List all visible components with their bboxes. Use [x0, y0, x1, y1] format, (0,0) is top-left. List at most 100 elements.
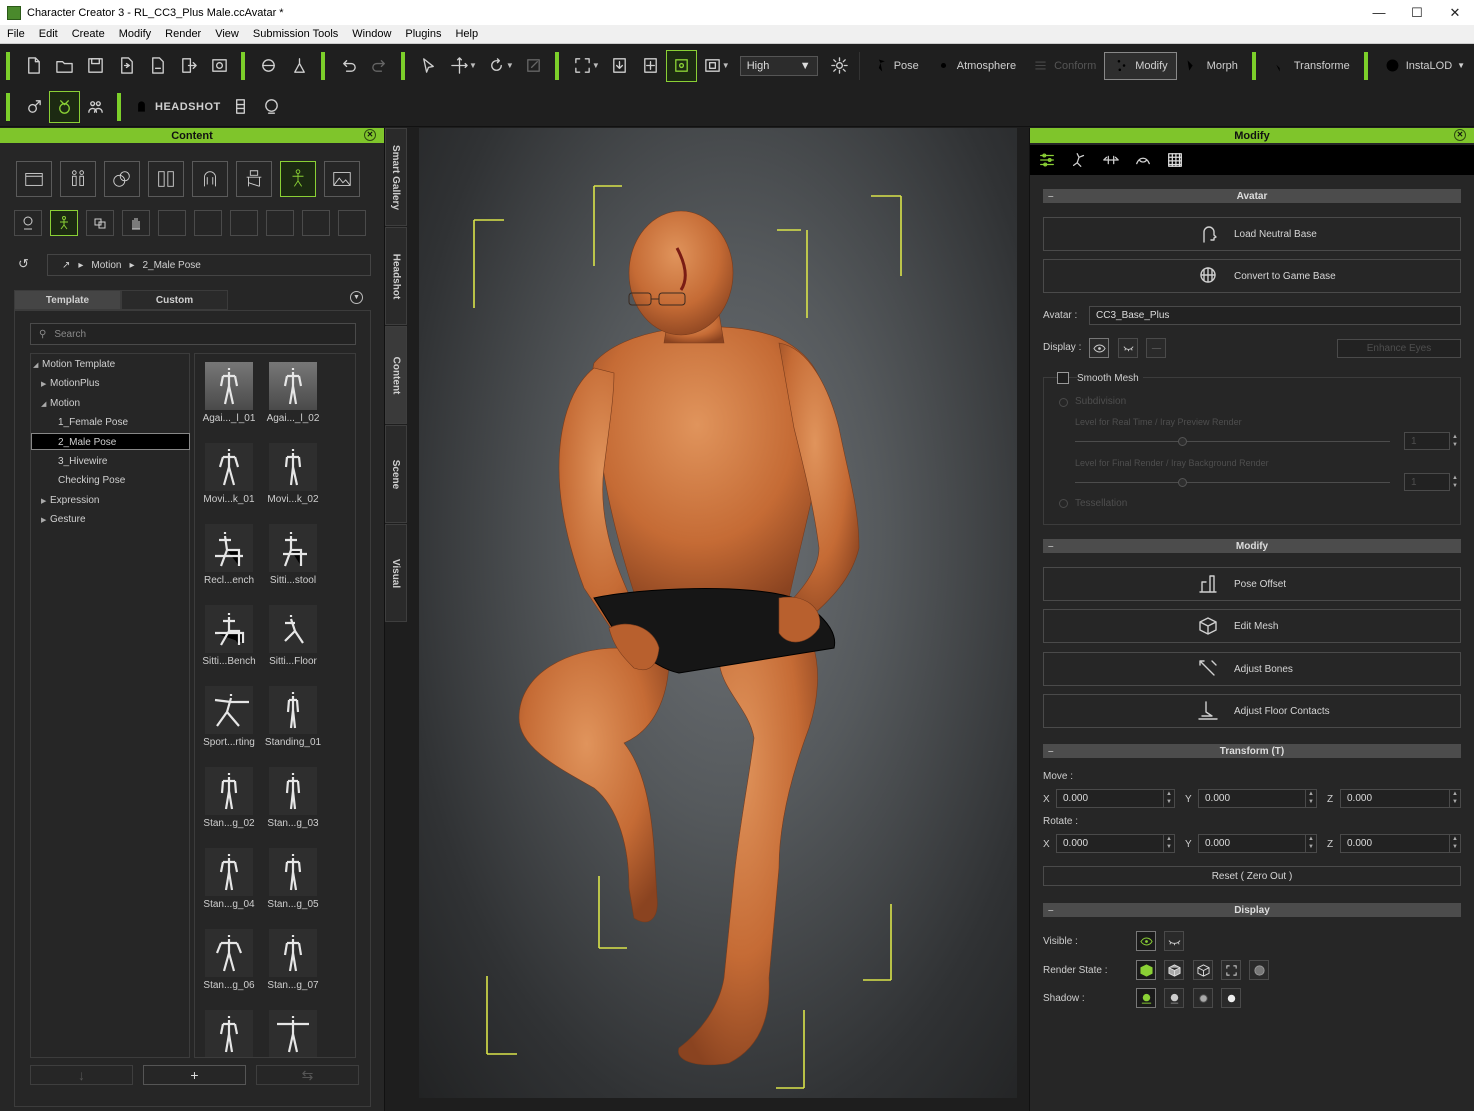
modify-section-header[interactable]: – Modify [1043, 539, 1461, 553]
menu-view[interactable]: View [208, 28, 246, 40]
import-icon[interactable] [111, 50, 142, 82]
replace-icon[interactable]: ⇆ [256, 1065, 359, 1085]
3d-viewport[interactable] [419, 128, 1017, 1098]
shadow-receive-icon[interactable] [1193, 988, 1213, 1008]
skin-tab-icon[interactable] [1130, 147, 1156, 173]
final-level-knob[interactable] [1178, 478, 1187, 487]
align-floor-icon[interactable] [604, 50, 635, 82]
menu-render[interactable]: Render [158, 28, 208, 40]
adjust-bones-button[interactable]: Adjust Bones [1043, 652, 1461, 686]
adjust-floor-contacts-button[interactable]: Adjust Floor Contacts [1043, 694, 1461, 728]
thumbnail-item[interactable]: Agai..._l_01 [198, 362, 260, 424]
eye-option-icon[interactable] [1146, 338, 1166, 358]
minimize-icon[interactable]: — [1360, 5, 1398, 21]
quality-select[interactable]: High ▼ [739, 55, 818, 76]
render-wireframe-icon[interactable] [1193, 960, 1213, 980]
head-sculpt-icon[interactable] [256, 91, 287, 123]
face-filter-icon[interactable] [14, 210, 42, 236]
realtime-level-field[interactable]: 1 ▲ ▼ [1404, 432, 1458, 450]
stage-category-icon[interactable] [324, 161, 360, 197]
headshot-button[interactable]: HEADSHOT [129, 93, 225, 121]
menu-help[interactable]: Help [448, 28, 485, 40]
render-smooth-icon[interactable] [1136, 960, 1156, 980]
tab-scene[interactable]: Scene [385, 425, 407, 523]
shadow-none-icon[interactable] [1221, 988, 1241, 1008]
headshot-mesh-icon[interactable] [225, 91, 256, 123]
realtime-level-slider[interactable] [1075, 441, 1390, 442]
tab-options-icon[interactable]: ▼ [350, 291, 363, 304]
transform-section-header[interactable]: – Transform (T) [1043, 744, 1461, 758]
rotate-z-field[interactable]: 0.000 ▲ ▼ [1340, 834, 1461, 853]
snap-icon[interactable] [665, 49, 697, 82]
thumbnail-item[interactable] [198, 1010, 260, 1057]
shadow-cast-receive-icon[interactable] [1136, 988, 1156, 1008]
export-icon[interactable] [142, 50, 173, 82]
visible-eye-icon[interactable] [1136, 931, 1156, 951]
reset-zero-out-button[interactable]: Reset ( Zero Out ) [1043, 866, 1461, 886]
tree-item-male-pose[interactable]: 2_Male Pose [31, 433, 190, 450]
accessory-category-icon[interactable] [236, 161, 272, 197]
back-arrow-icon[interactable]: ↺ [18, 256, 29, 272]
gender-icon[interactable] [18, 91, 49, 123]
thumbnail-item[interactable]: Stan...g_03 [262, 767, 324, 829]
move-dropdown-icon[interactable]: ▼ [469, 61, 477, 70]
conform-button[interactable]: Conform [1024, 52, 1104, 80]
tree-item-gesture[interactable]: ▶ Gesture [41, 511, 86, 528]
tree-item-motion[interactable]: ◢ Motion [41, 395, 80, 412]
thumbnail-item[interactable]: Agai..._l_02 [262, 362, 324, 424]
select-arrow-icon[interactable] [413, 50, 444, 82]
avatar-section-header[interactable]: – Avatar [1043, 189, 1461, 203]
project-category-icon[interactable] [16, 161, 52, 197]
character-category-icon[interactable] [60, 161, 96, 197]
close-panel-icon[interactable]: ✕ [1454, 129, 1466, 141]
shadow-cast-icon[interactable] [1164, 988, 1184, 1008]
pose-offset-button[interactable]: Pose Offset [1043, 567, 1461, 601]
tab-custom[interactable]: Custom [121, 290, 228, 310]
morph-tab-icon[interactable] [1098, 147, 1124, 173]
menu-edit[interactable]: Edit [32, 28, 65, 40]
load-neutral-base-button[interactable]: Load Neutral Base [1043, 217, 1461, 251]
subdivision-radio[interactable] [1059, 398, 1068, 407]
material-category-icon[interactable] [104, 161, 140, 197]
save-icon[interactable] [80, 50, 111, 82]
redo-icon[interactable] [364, 50, 395, 82]
enhance-eyes-button[interactable]: Enhance Eyes [1337, 339, 1461, 358]
thumbnail-item[interactable]: Recl...ench [198, 524, 260, 586]
tree-item-motionplus[interactable]: ▶ MotionPlus [41, 375, 99, 392]
display-section-header[interactable]: – Display [1043, 903, 1461, 917]
scale-icon[interactable] [518, 50, 549, 82]
center-icon[interactable] [635, 50, 666, 82]
cloth-category-icon[interactable] [148, 161, 184, 197]
tab-content[interactable]: Content [385, 326, 407, 424]
thumbnail-item[interactable] [262, 1010, 324, 1057]
tab-headshot[interactable]: Headshot [385, 227, 407, 325]
menu-file[interactable]: File [0, 28, 32, 40]
thumbnail-item[interactable]: Stan...g_07 [262, 929, 324, 991]
tree-item-expression[interactable]: ▶ Expression [41, 492, 99, 509]
final-level-field[interactable]: 1 ▲ ▼ [1404, 473, 1458, 491]
maximize-icon[interactable]: ☐ [1398, 5, 1436, 21]
search-input[interactable]: ⚲ Search [30, 323, 356, 345]
move-x-field[interactable]: 0.000 ▲ ▼ [1056, 789, 1175, 808]
transformer-button[interactable]: Transforme [1264, 52, 1358, 80]
morph-button[interactable]: Morph [1177, 52, 1246, 80]
pose-button[interactable]: Pose [864, 52, 927, 80]
tab-visual[interactable]: Visual [385, 524, 407, 622]
breadcrumb-male-pose[interactable]: 2_Male Pose [142, 260, 200, 271]
camera-dropdown-icon[interactable]: ▼ [722, 61, 730, 70]
tree-item-hivewire[interactable]: 3_Hivewire [58, 453, 107, 470]
show-eye-icon[interactable] [1089, 338, 1109, 358]
tree-item-female-pose[interactable]: 1_Female Pose [58, 414, 128, 431]
hair-category-icon[interactable] [192, 161, 228, 197]
attributes-tab-icon[interactable] [1034, 147, 1060, 173]
add-button-icon[interactable]: + [143, 1065, 246, 1085]
rotate-x-field[interactable]: 0.000 ▲ ▼ [1056, 834, 1175, 853]
realtime-level-knob[interactable] [1178, 437, 1187, 446]
hand-filter-icon[interactable] [122, 210, 150, 236]
final-level-slider[interactable] [1075, 482, 1390, 483]
frame-dropdown-icon[interactable]: ▼ [592, 61, 600, 70]
scene-icon[interactable] [253, 50, 284, 82]
thumbnail-item[interactable]: Movi...k_02 [262, 443, 324, 505]
rotate-dropdown-icon[interactable]: ▼ [506, 61, 514, 70]
body-pose-filter-icon[interactable] [50, 210, 78, 236]
